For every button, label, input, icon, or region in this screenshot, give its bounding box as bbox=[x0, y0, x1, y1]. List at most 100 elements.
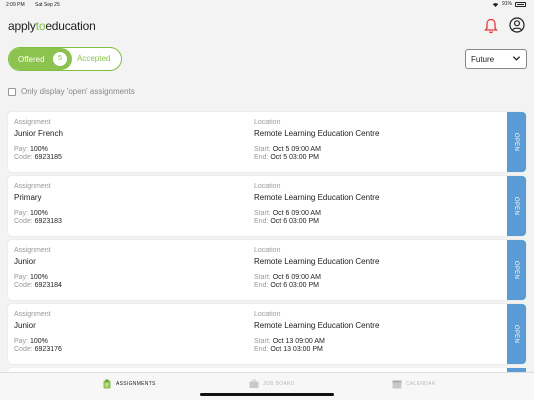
code-label: Code: bbox=[14, 346, 33, 353]
location-label: Location bbox=[254, 247, 281, 254]
logo-suffix: education bbox=[45, 19, 96, 33]
tab-offered[interactable]: Offered 5 bbox=[9, 48, 72, 70]
code-value: 6923176 bbox=[34, 346, 62, 353]
tab-calendar[interactable]: CALENDAR bbox=[392, 379, 436, 389]
start-value: Oct 6 09:00 AM bbox=[272, 210, 321, 217]
location-label: Location bbox=[254, 311, 281, 318]
end-label: End: bbox=[254, 346, 269, 353]
status-time: 2:09 PM bbox=[6, 2, 25, 8]
end-row: End: Oct 6 03:00 PM bbox=[254, 282, 504, 289]
assignment-list: Assignment Junior French Pay: 100% Code:… bbox=[8, 112, 526, 374]
assignment-label: Assignment bbox=[14, 119, 51, 126]
assignment-title: Junior French bbox=[14, 129, 63, 138]
status-right: 91% bbox=[492, 1, 526, 7]
assignment-title: Junior bbox=[14, 257, 36, 266]
assignment-title: Junior bbox=[14, 321, 36, 330]
location-label: Location bbox=[254, 183, 281, 190]
code-row: Code: 6923185 bbox=[14, 154, 244, 161]
assignment-label: Assignment bbox=[14, 247, 51, 254]
code-label: Code: bbox=[14, 282, 33, 289]
logo-prefix: apply bbox=[8, 19, 36, 33]
code-row: Code: 6923176 bbox=[14, 346, 244, 353]
assignment-card[interactable]: Assignment Junior Pay: 100% Code: 692317… bbox=[8, 304, 526, 364]
tab-accepted[interactable]: Accepted bbox=[77, 54, 110, 63]
start-label: Start: bbox=[254, 146, 271, 153]
open-status-tab[interactable]: OPEN bbox=[507, 304, 526, 364]
time-filter-select[interactable]: Future bbox=[465, 49, 527, 69]
end-label: End: bbox=[254, 218, 269, 225]
offered-count-badge: 5 bbox=[53, 52, 67, 66]
pay-label: Pay: bbox=[14, 210, 29, 217]
end-row: End: Oct 13 03:00 PM bbox=[254, 346, 504, 353]
wifi-icon bbox=[492, 2, 499, 7]
end-value: Oct 13 03:00 PM bbox=[270, 346, 323, 353]
code-value: 6923183 bbox=[34, 218, 62, 225]
open-status-tab[interactable]: OPEN bbox=[507, 240, 526, 300]
home-indicator[interactable] bbox=[200, 393, 334, 396]
location-details: Location Remote Learning Education Centr… bbox=[254, 183, 504, 225]
open-status-label: OPEN bbox=[513, 324, 520, 344]
location-name: Remote Learning Education Centre bbox=[254, 129, 380, 138]
start-row: Start: Oct 6 09:00 AM bbox=[254, 210, 504, 217]
open-status-label: OPEN bbox=[513, 260, 520, 280]
clipboard-icon bbox=[103, 379, 111, 389]
code-value: 6923185 bbox=[34, 154, 62, 161]
end-value: Oct 5 03:00 PM bbox=[270, 154, 319, 161]
app-logo: applytoeducation bbox=[8, 19, 96, 33]
assignment-title: Primary bbox=[14, 193, 42, 202]
only-open-filter[interactable]: Only display 'open' assignments bbox=[8, 87, 135, 96]
code-value: 6923184 bbox=[34, 282, 62, 289]
location-name: Remote Learning Education Centre bbox=[254, 321, 380, 330]
offered-accepted-toggle: Offered 5 Accepted bbox=[8, 47, 122, 71]
end-label: End: bbox=[254, 282, 269, 289]
start-value: Oct 6 09:00 AM bbox=[272, 274, 321, 281]
location-name: Remote Learning Education Centre bbox=[254, 193, 380, 202]
account-icon[interactable] bbox=[509, 17, 525, 33]
calendar-icon bbox=[392, 380, 402, 389]
pay-label: Pay: bbox=[14, 146, 29, 153]
app-header: applytoeducation bbox=[0, 10, 534, 42]
tab-job-board[interactable]: JOB BOARD bbox=[249, 379, 295, 389]
end-label: End: bbox=[254, 154, 269, 161]
code-row: Code: 6923183 bbox=[14, 218, 244, 225]
pay-row: Pay: 100% bbox=[14, 210, 244, 217]
tab-assignments[interactable]: ASSIGNMENTS bbox=[102, 379, 156, 389]
assignment-card[interactable]: Assignment Primary Pay: 100% Code: 69231… bbox=[8, 176, 526, 236]
logo-mid: to bbox=[35, 19, 46, 33]
end-value: Oct 6 03:00 PM bbox=[270, 218, 319, 225]
status-date: Sat Sep 25 bbox=[35, 2, 60, 8]
only-open-checkbox[interactable] bbox=[8, 87, 16, 96]
battery-percent: 91% bbox=[501, 1, 512, 7]
open-status-label: OPEN bbox=[513, 196, 520, 216]
pay-value: 100% bbox=[29, 210, 48, 217]
pay-value: 100% bbox=[29, 146, 48, 153]
battery-icon bbox=[515, 1, 526, 7]
only-open-label: Only display 'open' assignments bbox=[21, 87, 135, 96]
assignment-details: Assignment Primary Pay: 100% Code: 69231… bbox=[14, 183, 244, 225]
location-details: Location Remote Learning Education Centr… bbox=[254, 311, 504, 353]
end-row: End: Oct 6 03:00 PM bbox=[254, 218, 504, 225]
start-value: Oct 5 09:00 AM bbox=[272, 146, 321, 153]
location-details: Location Remote Learning Education Centr… bbox=[254, 119, 504, 161]
bell-icon[interactable] bbox=[484, 18, 498, 34]
assignment-card[interactable]: Assignment Junior French Pay: 100% Code:… bbox=[8, 112, 526, 172]
pay-row: Pay: 100% bbox=[14, 274, 244, 281]
offered-label: Offered bbox=[18, 54, 45, 64]
location-details: Location Remote Learning Education Centr… bbox=[254, 247, 504, 289]
start-row: Start: Oct 6 09:00 AM bbox=[254, 274, 504, 281]
assignment-details: Assignment Junior Pay: 100% Code: 692318… bbox=[14, 247, 244, 289]
code-label: Code: bbox=[14, 154, 33, 161]
tab-assignments-label: ASSIGNMENTS bbox=[116, 381, 156, 387]
tab-job-board-label: JOB BOARD bbox=[263, 381, 295, 387]
pay-row: Pay: 100% bbox=[14, 338, 244, 345]
open-status-tab[interactable]: OPEN bbox=[507, 176, 526, 236]
code-label: Code: bbox=[14, 218, 33, 225]
open-status-tab[interactable]: OPEN bbox=[507, 112, 526, 172]
start-label: Start: bbox=[254, 274, 271, 281]
code-row: Code: 6923184 bbox=[14, 282, 244, 289]
pay-value: 100% bbox=[29, 338, 48, 345]
pay-label: Pay: bbox=[14, 274, 29, 281]
status-bar: 2:09 PM Sat Sep 25 91% bbox=[0, 0, 534, 10]
assignment-card[interactable]: Assignment Junior Pay: 100% Code: 692318… bbox=[8, 240, 526, 300]
end-value: Oct 6 03:00 PM bbox=[270, 282, 319, 289]
